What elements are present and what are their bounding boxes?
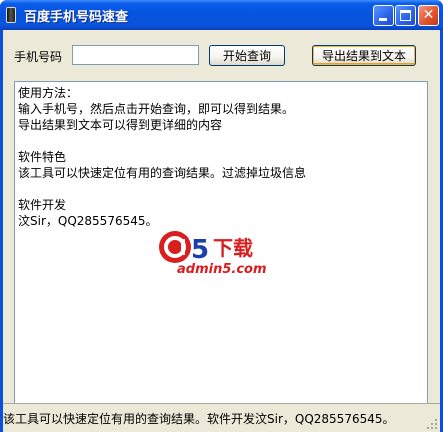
result-line: 使用方法： [18,86,79,100]
title-bar[interactable]: 百度手机号码速查 ✕ [0,0,443,30]
app-window: 百度手机号码速查 ✕ 手机号码 开始查询 导出结果到文本 使用方法： 输入手机号… [0,0,443,432]
close-icon: ✕ [422,7,435,23]
watermark-download-text: 下载 [213,236,253,260]
admin5-watermark-logo: 5 下载 admin5.com [159,231,267,277]
maximize-icon [400,10,411,21]
watermark-site-text: admin5.com [177,262,267,277]
result-line: 该工具可以快速定位有用的查询结果。过滤掉垃圾信息 [18,166,307,180]
result-line: 输入手机号，然后点击开始查询，即可以得到结果。 [18,102,295,116]
phone-input[interactable] [72,45,199,65]
result-line [18,133,424,149]
minimize-button[interactable] [373,5,394,26]
watermark-logo-circle [159,231,191,263]
status-bar: 该工具可以快速定位有用的查询结果。软件开发汶Sir，QQ285576545。 [3,403,440,432]
window-title: 百度手机号码速查 [24,10,129,25]
status-text: 该工具可以快速定位有用的查询结果。软件开发汶Sir，QQ285576545。 [3,412,395,426]
result-line: 软件开发 [18,198,67,212]
result-line: 导出结果到文本可以得到更详细的内容 [18,118,223,132]
watermark-logo-digit: 5 [191,235,209,265]
resize-grip-icon[interactable] [426,418,438,430]
result-line [18,181,424,197]
minimize-icon [379,18,387,21]
close-button[interactable]: ✕ [418,5,439,26]
start-query-button[interactable]: 开始查询 [209,45,285,66]
export-results-button[interactable]: 导出结果到文本 [312,45,416,66]
result-line: 软件特色 [18,150,67,164]
client-area: 手机号码 开始查询 导出结果到文本 使用方法： 输入手机号，然后点击开始查询，即… [3,30,440,432]
app-phone-icon [6,7,16,23]
watermark-logo-a-stem [181,239,185,255]
maximize-button[interactable] [395,5,416,26]
phone-label: 手机号码 [14,50,63,64]
